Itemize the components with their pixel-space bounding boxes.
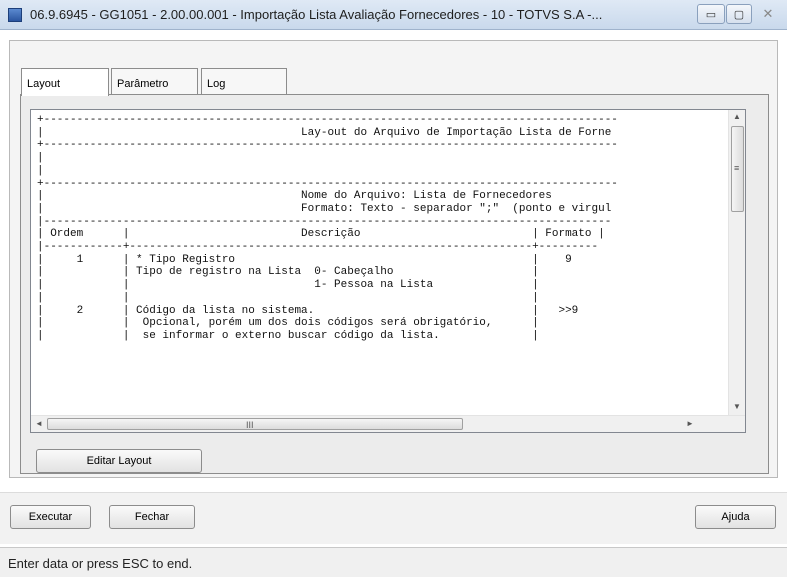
help-button[interactable]: Ajuda [695, 505, 776, 529]
horizontal-scroll-thumb[interactable]: III [47, 418, 463, 430]
title-bar: 06.9.6945 - GG1051 - 2.00.00.001 - Impor… [0, 0, 787, 30]
tab-log[interactable]: Log [201, 68, 287, 94]
horizontal-scrollbar[interactable]: ◄ III ► [31, 415, 745, 432]
close-button[interactable]: Fechar [109, 505, 195, 529]
layout-text: +---------------------------------------… [37, 114, 618, 342]
app-icon [8, 8, 22, 22]
edit-layout-button[interactable]: Editar Layout [36, 449, 202, 473]
scroll-left-icon[interactable]: ◄ [35, 419, 43, 428]
tab-parametro[interactable]: Parâmetro [111, 68, 198, 94]
maximize-button[interactable]: ▢ [726, 4, 752, 24]
vertical-scrollbar[interactable]: ▲ ≡ ▼ [728, 110, 745, 416]
layout-textbox[interactable]: +---------------------------------------… [30, 109, 746, 433]
grip-icon: ≡ [734, 163, 740, 173]
grip-icon: III [246, 420, 254, 430]
vertical-scroll-thumb[interactable]: ≡ [731, 126, 744, 212]
tab-layout[interactable]: Layout [21, 68, 109, 96]
scroll-right-icon[interactable]: ► [686, 419, 694, 428]
window-title: 06.9.6945 - GG1051 - 2.00.00.001 - Impor… [30, 7, 603, 22]
status-text: Enter data or press ESC to end. [8, 556, 193, 571]
scroll-down-icon[interactable]: ▼ [733, 402, 741, 411]
close-window-button[interactable]: ✕ [753, 4, 783, 24]
status-bar: Enter data or press ESC to end. [0, 547, 787, 577]
minimize-button[interactable]: ▭ [697, 4, 725, 24]
execute-button[interactable]: Executar [10, 505, 91, 529]
scroll-up-icon[interactable]: ▲ [733, 112, 741, 121]
